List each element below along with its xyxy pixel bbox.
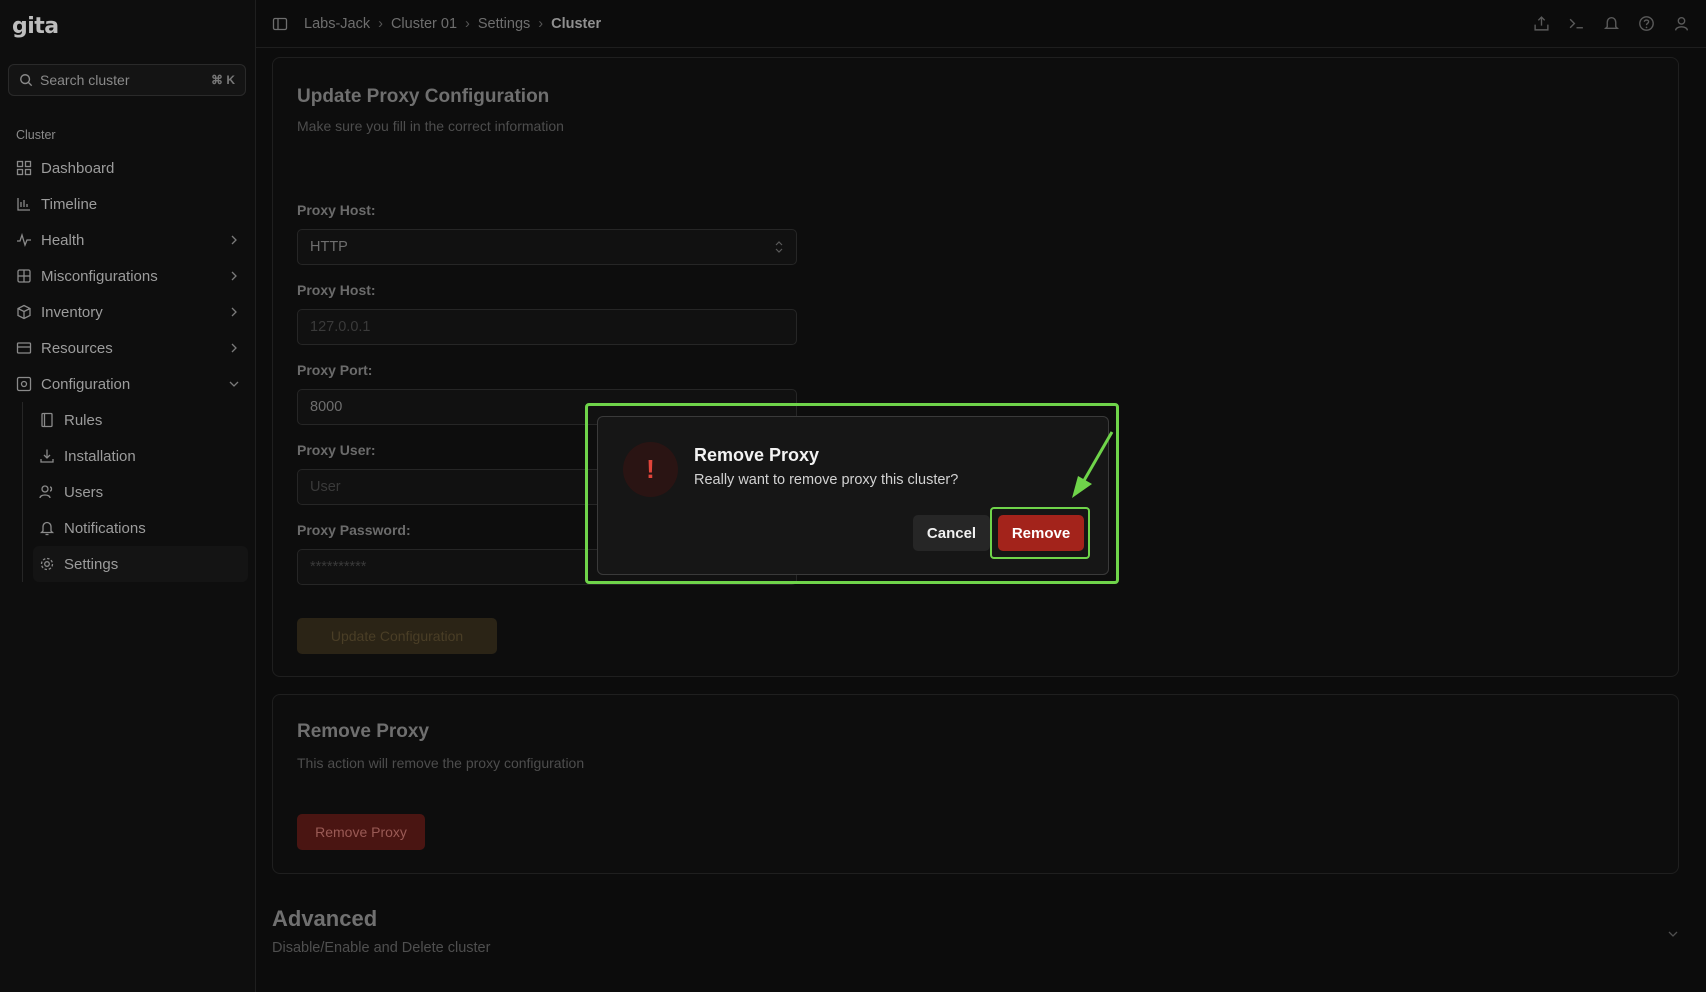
sidebar-item-label: Resources <box>41 339 113 357</box>
search-icon <box>20 74 33 87</box>
breadcrumb: Labs-Jack › Cluster 01 › Settings › Clus… <box>304 16 601 32</box>
sidebar-item-label: Rules <box>64 411 103 429</box>
proxy-config-card: Update Proxy Configuration Make sure you… <box>272 57 1679 677</box>
chevron-right-icon <box>231 271 237 281</box>
remove-proxy-card: Remove Proxy This action will remove the… <box>272 694 1679 874</box>
sidebar-item-health[interactable]: Health <box>8 222 248 258</box>
proxy-user-label: Proxy User: <box>297 442 376 458</box>
proxy-type-select[interactable]: HTTP <box>297 229 797 265</box>
terminal-icon[interactable] <box>1568 15 1585 32</box>
update-configuration-button[interactable]: Update Configuration <box>297 618 497 654</box>
pointer-arrow-icon <box>1072 431 1114 498</box>
chevron-right-icon <box>231 235 237 245</box>
sidebar-item-label: Users <box>64 483 104 501</box>
puzzle-icon <box>17 269 31 283</box>
search-input[interactable]: Search cluster ⌘ K <box>8 64 246 96</box>
proxy-port-label: Proxy Port: <box>297 362 373 378</box>
card-title: Remove Proxy <box>297 721 430 742</box>
bell-icon <box>39 521 55 536</box>
advanced-section[interactable]: Advanced Disable/Enable and Delete clust… <box>272 906 1679 956</box>
sidebar-item-installation[interactable]: Installation <box>33 438 248 474</box>
sidebar-item-label: Dashboard <box>41 159 115 177</box>
sidebar-item-users[interactable]: Users <box>33 474 248 510</box>
breadcrumb-item[interactable]: Settings <box>478 16 530 32</box>
share-icon[interactable] <box>1533 15 1550 32</box>
card-title: Update Proxy Configuration <box>297 86 550 107</box>
warning-icon: ! <box>623 442 678 497</box>
sidebar-item-timeline[interactable]: Timeline <box>8 186 248 222</box>
sidebar-item-label: Misconfigurations <box>41 267 158 285</box>
sidebar-toggle-icon[interactable] <box>272 16 288 32</box>
grid-icon <box>16 160 32 176</box>
sidebar-item-label: Installation <box>64 447 136 465</box>
breadcrumb-item[interactable]: Cluster 01 <box>391 16 457 32</box>
sidebar-item-label: Timeline <box>41 195 98 213</box>
sidebar-item-misconfigurations[interactable]: Misconfigurations <box>8 258 248 294</box>
breadcrumb-item[interactable]: Labs-Jack <box>304 16 370 32</box>
app-logo[interactable]: gita <box>12 14 59 39</box>
sidebar-item-label: Inventory <box>41 303 103 321</box>
proxy-host-input[interactable]: 127.0.0.1 <box>297 309 797 345</box>
topbar: Labs-Jack › Cluster 01 › Settings › Clus… <box>256 0 1706 48</box>
download-icon <box>40 449 54 463</box>
sidebar-item-label: Health <box>41 231 85 249</box>
breadcrumb-current: Cluster <box>551 15 602 32</box>
help-icon[interactable] <box>1638 15 1655 32</box>
book-icon <box>41 412 53 428</box>
sidebar-item-settings[interactable]: Settings <box>33 546 248 582</box>
search-placeholder: Search cluster <box>40 72 130 88</box>
gear-icon <box>40 557 54 571</box>
sidebar-item-label: Notifications <box>64 519 146 537</box>
chart-icon <box>17 198 30 211</box>
chevron-down-icon <box>229 381 239 387</box>
select-arrows-icon <box>775 241 783 253</box>
chevron-right-icon <box>231 343 237 353</box>
sidebar-nav: Dashboard Timeline Health Misconfigurati… <box>8 150 248 582</box>
topbar-actions <box>1533 15 1690 32</box>
sidebar: gita Search cluster ⌘ K Cluster Dashboar… <box>0 0 256 992</box>
sidebar-item-inventory[interactable]: Inventory <box>8 294 248 330</box>
users-icon <box>39 485 53 499</box>
sidebar-item-label: Configuration <box>41 375 131 393</box>
pulse-icon <box>17 232 31 247</box>
server-icon <box>16 342 32 354</box>
sidebar-item-label: Settings <box>64 555 119 573</box>
section-label: Cluster <box>16 128 56 142</box>
sidebar-item-rules[interactable]: Rules <box>33 402 248 438</box>
advanced-title: Advanced <box>272 906 378 931</box>
chevron-down-icon <box>1668 931 1678 937</box>
search-shortcut: ⌘ K <box>211 73 235 87</box>
cancel-button[interactable]: Cancel <box>913 515 990 551</box>
chevron-right-icon <box>231 307 237 317</box>
dialog-message: Really want to remove proxy this cluster… <box>694 472 959 488</box>
card-subtitle: This action will remove the proxy config… <box>297 755 585 771</box>
proxy-host-label: Proxy Host: <box>297 282 376 298</box>
sidebar-item-dashboard[interactable]: Dashboard <box>8 150 248 186</box>
proxy-password-label: Proxy Password: <box>297 522 411 538</box>
remove-button[interactable]: Remove <box>998 515 1084 551</box>
proxy-type-label: Proxy Host: <box>297 202 376 218</box>
breadcrumb-separator-icon: › <box>538 15 544 32</box>
config-icon <box>16 376 32 392</box>
bell-icon[interactable] <box>1603 15 1620 32</box>
advanced-subtitle: Disable/Enable and Delete cluster <box>272 940 491 956</box>
card-subtitle: Make sure you fill in the correct inform… <box>297 118 564 134</box>
sidebar-item-resources[interactable]: Resources <box>8 330 248 366</box>
sidebar-item-notifications[interactable]: Notifications <box>33 510 248 546</box>
remove-proxy-dialog: ! Remove Proxy Really want to remove pro… <box>597 416 1109 575</box>
configuration-subnav: Rules Installation Users Notifications S… <box>22 402 248 582</box>
breadcrumb-separator-icon: › <box>465 15 470 32</box>
remove-proxy-button[interactable]: Remove Proxy <box>297 814 425 850</box>
proxy-type-value: HTTP <box>310 239 348 255</box>
dialog-title: Remove Proxy <box>694 445 820 465</box>
breadcrumb-separator-icon: › <box>378 15 383 32</box>
user-icon[interactable] <box>1673 15 1690 32</box>
sidebar-item-configuration[interactable]: Configuration <box>8 366 248 402</box>
box-icon <box>17 304 31 320</box>
